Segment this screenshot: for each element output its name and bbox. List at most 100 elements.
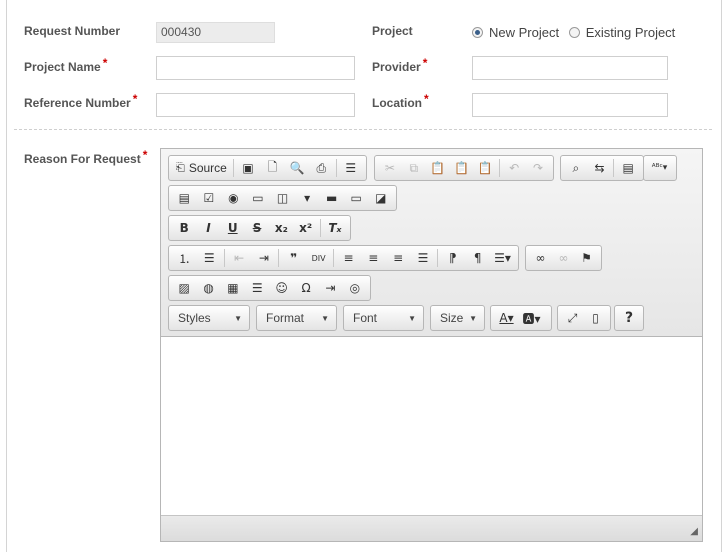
show-blocks-icon[interactable]: ▯ (584, 307, 607, 329)
spellcheck-icon[interactable]: ᴬᴮᶜ▾ (647, 157, 672, 179)
radio-new-project[interactable]: New Project (472, 25, 559, 40)
page-break-icon[interactable]: ⇥ (318, 277, 342, 299)
replace-icon[interactable]: ⇆ (588, 157, 612, 179)
iframe-icon[interactable]: ◎ (343, 277, 367, 299)
radio-checked-icon[interactable] (472, 27, 483, 38)
superscript-icon[interactable]: x² (293, 217, 317, 239)
button-icon[interactable]: ▬ (319, 187, 344, 209)
project-radio-group: New Project Existing Project (472, 25, 681, 41)
hidden-field-icon[interactable]: ◪ (369, 187, 394, 209)
image-icon[interactable]: ▨ (172, 277, 196, 299)
strike-icon[interactable]: S (245, 217, 269, 239)
subscript-icon[interactable]: x₂ (269, 217, 293, 239)
paste-icon[interactable]: 📋 (426, 157, 450, 179)
div-icon[interactable]: DIV (306, 247, 331, 269)
request-number-field: 000430 (156, 22, 275, 43)
radio-icon[interactable]: ◉ (221, 187, 246, 209)
save-icon[interactable]: ▣ (236, 157, 260, 179)
print-icon[interactable]: ⎙ (309, 157, 333, 179)
resize-grip-icon[interactable]: ◢ (690, 526, 698, 537)
toolbar-group-basicstyles: B I U S x₂ x² Tₓ (168, 215, 351, 241)
provider-input[interactable] (472, 56, 668, 80)
italic-icon[interactable]: I (196, 217, 220, 239)
new-page-icon[interactable]: 🗋 (260, 157, 284, 179)
outdent-icon[interactable]: ⇤ (227, 247, 252, 269)
toolbar-group-document: ⎗ Source ▣ 🗋 🔍 ⎙ ☰ (168, 155, 367, 181)
horizontal-rule-icon[interactable]: ☰ (245, 277, 269, 299)
special-char-icon[interactable]: Ω (294, 277, 318, 299)
indent-icon[interactable]: ⇥ (252, 247, 277, 269)
location-input[interactable] (472, 93, 668, 117)
ltr-icon[interactable]: ⁋ (440, 247, 465, 269)
redo-icon[interactable]: ↷ (526, 157, 550, 179)
undo-icon[interactable]: ↶ (502, 157, 526, 179)
copy-icon[interactable]: ⧉ (402, 157, 426, 179)
styles-combo[interactable]: Styles ▼ (168, 305, 250, 331)
select-icon[interactable]: ▾ (295, 187, 320, 209)
align-center-icon[interactable]: ≡ (361, 247, 386, 269)
toolbar-group-links: ∞ ∞ ⚑ (525, 245, 602, 271)
align-right-icon[interactable]: ≡ (386, 247, 411, 269)
anchor-icon[interactable]: ⚑ (575, 247, 598, 269)
editor-content-area[interactable] (161, 337, 702, 515)
underline-icon[interactable]: U (221, 217, 245, 239)
bulleted-list-icon[interactable]: ☰ (197, 247, 222, 269)
smiley-icon[interactable]: ☺ (270, 277, 294, 299)
numbered-list-icon[interactable]: ⒈ (172, 247, 197, 269)
toolbar-group-forms: ▤ ☑ ◉ ▭ ◫ ▾ ▬ ▭ ◪ (168, 185, 397, 211)
toolbar-group-insert: ▨ ◍ ▦ ☰ ☺ Ω ⇥ ◎ (168, 275, 371, 301)
bold-icon[interactable]: B (172, 217, 196, 239)
rich-text-editor: ⎗ Source ▣ 🗋 🔍 ⎙ ☰ ✂ ⧉ 📋 📋 📋 ↶ ↷ ⌕ ⇆ ▤ ᴬᴮ… (160, 148, 703, 542)
image-button-icon[interactable]: ▭ (344, 187, 369, 209)
location-label: Location * (372, 92, 429, 110)
textarea-icon[interactable]: ◫ (270, 187, 295, 209)
language-icon[interactable]: ☰▾ (490, 247, 515, 269)
toolbar-group-paragraph: ⒈ ☰ ⇤ ⇥ ❞ DIV ≡ ≡ ≡ ☰ ⁋ ¶ ☰▾ (168, 245, 519, 271)
flash-icon[interactable]: ◍ (196, 277, 220, 299)
blockquote-icon[interactable]: ❞ (281, 247, 306, 269)
paste-text-icon[interactable]: 📋 (450, 157, 474, 179)
source-button[interactable]: ⎗ Source (172, 157, 231, 179)
justify-icon[interactable]: ☰ (411, 247, 436, 269)
toolbar-group-tools: ⤢ ▯ (557, 305, 611, 331)
help-icon[interactable]: ? (618, 307, 640, 329)
maximize-icon[interactable]: ⤢ (561, 307, 584, 329)
toolbar-group-spell: ᴬᴮᶜ▾ (643, 155, 677, 181)
unlink-icon[interactable]: ∞ (552, 247, 575, 269)
textfield-icon[interactable]: ▭ (246, 187, 271, 209)
request-number-label: Request Number (24, 24, 121, 38)
size-combo[interactable]: Size ▼ (430, 305, 485, 331)
checkbox-icon[interactable]: ☑ (197, 187, 222, 209)
select-all-icon[interactable]: ▤ (616, 157, 640, 179)
editor-status-bar: ◢ (161, 515, 702, 541)
toolbar-group-about: ? (614, 305, 644, 331)
align-left-icon[interactable]: ≡ (336, 247, 361, 269)
rtl-icon[interactable]: ¶ (465, 247, 490, 269)
project-label: Project (372, 24, 413, 38)
preview-icon[interactable]: 🔍 (285, 157, 309, 179)
form-icon[interactable]: ▤ (172, 187, 197, 209)
table-icon[interactable]: ▦ (221, 277, 245, 299)
radio-existing-project[interactable]: Existing Project (568, 25, 675, 40)
find-icon[interactable]: ⌕ (564, 157, 588, 179)
format-combo[interactable]: Format ▼ (256, 305, 337, 331)
toolbar-group-colors: A▾ 🅰▾ (490, 305, 552, 331)
chevron-down-icon: ▼ (321, 313, 329, 323)
radio-unchecked-icon[interactable] (568, 27, 580, 38)
chevron-down-icon: ▼ (234, 313, 242, 323)
text-color-icon[interactable]: A▾ (494, 307, 519, 329)
provider-label: Provider * (372, 56, 428, 74)
reference-number-input[interactable] (156, 93, 355, 117)
section-divider (14, 129, 712, 130)
font-combo[interactable]: Font ▼ (343, 305, 424, 331)
toolbar-group-clipboard: ✂ ⧉ 📋 📋 📋 ↶ ↷ (374, 155, 554, 181)
project-name-input[interactable] (156, 56, 355, 80)
templates-icon[interactable]: ☰ (339, 157, 363, 179)
reason-label: Reason For Request * (24, 148, 148, 166)
remove-format-icon[interactable]: Tₓ (323, 217, 347, 239)
paste-word-icon[interactable]: 📋 (473, 157, 497, 179)
link-icon[interactable]: ∞ (529, 247, 552, 269)
cut-icon[interactable]: ✂ (378, 157, 402, 179)
reference-number-label: Reference Number * (24, 92, 138, 110)
bg-color-icon[interactable]: 🅰▾ (519, 307, 544, 329)
